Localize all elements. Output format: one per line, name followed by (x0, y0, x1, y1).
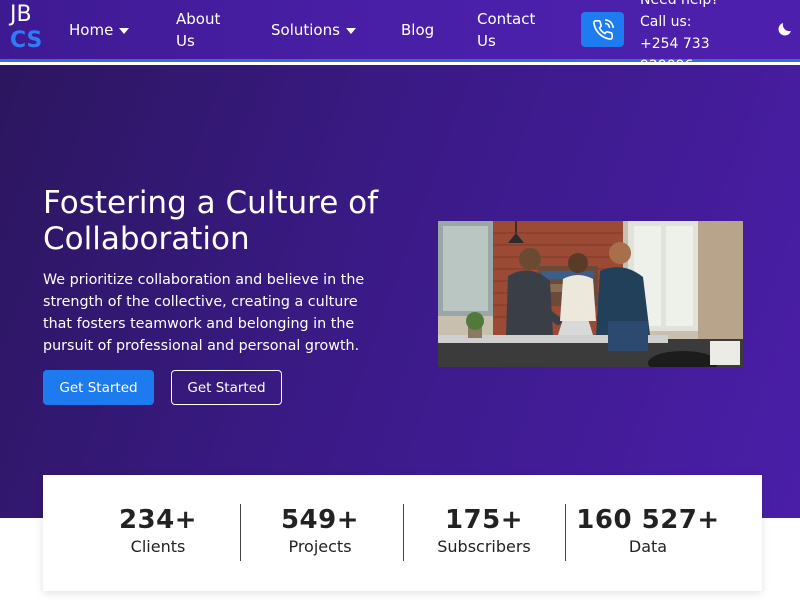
help-line-3: +254 733 (640, 36, 710, 52)
hero-section: Fostering a Culture of Collaboration We … (0, 65, 800, 518)
moon-icon[interactable] (776, 20, 794, 38)
nav-blog-label: Blog (401, 21, 435, 39)
nav-solutions[interactable]: Solutions (271, 19, 356, 41)
caret-down-icon (119, 27, 130, 34)
stat-projects-value: 549+ (280, 505, 360, 535)
stats-card: 234+ Clients 549+ Projects 175+ Subscrib… (43, 475, 762, 591)
logo-text-bottom: CS (10, 28, 43, 53)
stat-subscribers-value: 175+ (444, 505, 524, 535)
logo[interactable]: JB CS (10, 2, 42, 54)
get-started-outline-button[interactable]: Get Started (171, 370, 282, 405)
nav-contact-label-1: Contact (477, 10, 536, 28)
stat-projects-label: Projects (288, 537, 352, 556)
stat-projects: 549+ Projects (260, 503, 380, 557)
stat-data: 160 527+ Data (573, 503, 723, 557)
stat-data-label: Data (628, 537, 668, 556)
nav-solutions-label: Solutions (271, 21, 340, 39)
get-started-primary-button[interactable]: Get Started (43, 370, 154, 405)
nav-about[interactable]: About Us (176, 8, 220, 52)
stat-divider (240, 504, 241, 561)
team-collaboration-photo (438, 221, 743, 367)
caret-down-icon (345, 27, 356, 34)
hero-title: Fostering a Culture of Collaboration (43, 185, 379, 257)
help-line-2: Call us: (640, 14, 692, 30)
nav-about-label-1: About (176, 10, 221, 28)
nav-about-label-2: Us (176, 32, 195, 50)
stat-divider (565, 504, 566, 561)
nav-home-label: Home (69, 21, 114, 39)
stat-clients-value: 234+ (118, 505, 198, 535)
nav-home[interactable]: Home (69, 19, 130, 41)
phone-call-icon (592, 18, 614, 40)
help-line-1: Need help? (640, 0, 719, 8)
stat-subscribers-label: Subscribers (437, 537, 531, 556)
nav-blog[interactable]: Blog (401, 19, 434, 41)
nav-contact-label-2: Us (477, 32, 496, 50)
call-button[interactable] (581, 12, 624, 47)
stat-data-value: 160 527+ (576, 505, 720, 535)
hero-description: We prioritize collaboration and believe … (43, 272, 365, 354)
stat-divider (403, 504, 404, 561)
stat-subscribers: 175+ Subscribers (424, 503, 544, 557)
logo-text-top: JB (10, 2, 32, 27)
stat-clients-label: Clients (130, 537, 186, 556)
navbar: JB CS Home About Us Solutions Blog Conta… (0, 0, 800, 74)
nav-contact[interactable]: Contact Us (477, 8, 535, 52)
stat-clients: 234+ Clients (98, 503, 218, 557)
